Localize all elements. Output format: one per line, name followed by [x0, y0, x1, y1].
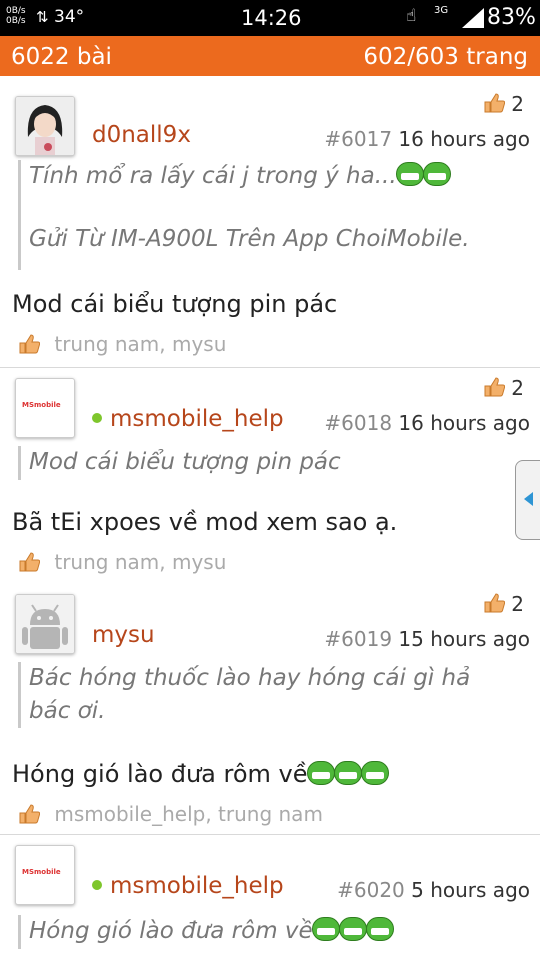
quote-block: Mod cái biểu tượng pin pác: [18, 446, 539, 480]
post-time: 5 hours ago: [411, 878, 530, 902]
avatar-logo: MSmobile: [22, 868, 61, 876]
thumbs-up-icon: [484, 593, 505, 613]
username[interactable]: msmobile_help: [92, 873, 284, 899]
like-count[interactable]: 2: [483, 376, 524, 400]
battery-level: 83%: [487, 5, 536, 30]
post-number[interactable]: #6018: [324, 411, 392, 435]
chevron-left-icon: [524, 492, 533, 506]
quote-text: Tính mổ ra lấy cái j trong ý ha...: [29, 163, 397, 189]
signal-icon: [462, 8, 484, 28]
post-count: 6022 bài: [11, 44, 112, 70]
post-list: 2 d0nall9x #6017 16 hours ago Tính mổ ra…: [0, 76, 540, 960]
like-count-value: 2: [511, 592, 524, 616]
grin-emoticon-icon: [395, 162, 424, 186]
thumbs-up-icon: [19, 804, 40, 824]
clock: 14:26: [241, 6, 302, 30]
net-down-speed: 0B/s: [6, 16, 26, 26]
avatar[interactable]: [15, 96, 75, 156]
post-item: 2 d0nall9x #6017 16 hours ago Tính mổ ra…: [0, 76, 540, 366]
username[interactable]: d0nall9x: [92, 122, 191, 148]
like-count[interactable]: 2: [483, 592, 524, 616]
temperature: 34°: [54, 7, 85, 27]
thumbs-up-icon: [19, 552, 40, 572]
post-time: 16 hours ago: [398, 127, 530, 151]
net-up-speed: 0B/s: [6, 6, 26, 16]
quote-text: Hóng gió lào đưa rôm về: [29, 918, 313, 944]
quote-signature: Gửi Từ IM-A900L Trên App ChoiMobile.: [29, 226, 470, 252]
quote-text: Bác hóng thuốc lào hay hóng cái gì hả: [29, 665, 471, 691]
thread-info-bar: 6022 bài 602/603 trang: [0, 36, 540, 76]
post-meta: #6020 5 hours ago: [337, 878, 530, 902]
likers-names: trung nam, mysu: [54, 550, 227, 574]
post-body: Hóng gió lào đưa rôm về: [12, 760, 389, 788]
avatar[interactable]: MSmobile: [15, 378, 75, 438]
post-item: MSmobile 2 msmobile_help #6018 16 hours …: [0, 368, 540, 584]
quote-block: Tính mổ ra lấy cái j trong ý ha... Gửi T…: [18, 160, 539, 270]
post-body: Mod cái biểu tượng pin pác: [12, 290, 338, 318]
post-time: 16 hours ago: [398, 411, 530, 435]
likers-names: trung nam, mysu: [54, 332, 227, 356]
quote-text-cont: bác ơi.: [29, 698, 106, 724]
avatar[interactable]: [15, 594, 75, 654]
grin-emoticon-icon: [365, 917, 394, 941]
likers-list[interactable]: msmobile_help, trung nam: [18, 802, 323, 826]
avatar[interactable]: MSmobile: [15, 845, 75, 905]
username[interactable]: msmobile_help: [92, 406, 284, 432]
status-bar: 0B/s 0B/s ⇅ 34° 14:26 ☝ 3G 83%: [0, 0, 540, 36]
post-item: 2 mysu #6019 15 hours ago Bác hóng thuốc…: [0, 584, 540, 834]
likers-names: msmobile_help, trung nam: [54, 802, 323, 826]
grin-emoticon-icon: [360, 761, 389, 785]
quote-block: Bác hóng thuốc lào hay hóng cái gì hả bá…: [18, 662, 539, 728]
quote-block: Hóng gió lào đưa rôm về: [18, 915, 539, 949]
grin-emoticon-icon: [311, 917, 340, 941]
avatar-logo: MSmobile: [22, 401, 61, 409]
grin-emoticon-icon: [422, 162, 451, 186]
post-number[interactable]: #6017: [324, 127, 392, 151]
post-meta: #6017 16 hours ago: [324, 127, 530, 151]
side-drawer-tab[interactable]: [515, 460, 540, 540]
like-count-value: 2: [511, 92, 524, 116]
grin-emoticon-icon: [306, 761, 335, 785]
likers-list[interactable]: trung nam, mysu: [18, 550, 226, 574]
post-body-text: Hóng gió lào đưa rôm về: [12, 760, 308, 788]
quote-text: Mod cái biểu tượng pin pác: [29, 449, 341, 475]
post-number[interactable]: #6019: [324, 627, 392, 651]
network-speed: 0B/s 0B/s: [6, 6, 26, 26]
post-time: 15 hours ago: [398, 627, 530, 651]
post-meta: #6019 15 hours ago: [324, 627, 530, 651]
username-text: msmobile_help: [110, 873, 284, 899]
post-number[interactable]: #6020: [337, 878, 405, 902]
grin-emoticon-icon: [338, 917, 367, 941]
like-count-value: 2: [511, 376, 524, 400]
like-count[interactable]: 2: [483, 92, 524, 116]
username[interactable]: mysu: [92, 622, 155, 648]
post-item: MSmobile msmobile_help #6020 5 hours ago…: [0, 835, 540, 960]
username-text: msmobile_help: [110, 406, 284, 432]
online-status-dot: [92, 880, 102, 890]
post-meta: #6018 16 hours ago: [324, 411, 530, 435]
thumbs-up-icon: [484, 93, 505, 113]
thumbs-up-icon: [19, 334, 40, 354]
touch-icon: ☝: [406, 6, 417, 26]
online-status-dot: [92, 413, 102, 423]
thumbs-up-icon: [484, 377, 505, 397]
page-indicator[interactable]: 602/603 trang: [363, 44, 528, 70]
post-body: Bã tEi xpoes về mod xem sao ạ.: [12, 508, 398, 536]
likers-list[interactable]: trung nam, mysu: [18, 332, 226, 356]
grin-emoticon-icon: [333, 761, 362, 785]
data-transfer-icon: ⇅: [36, 8, 49, 26]
network-type: 3G: [434, 5, 449, 16]
